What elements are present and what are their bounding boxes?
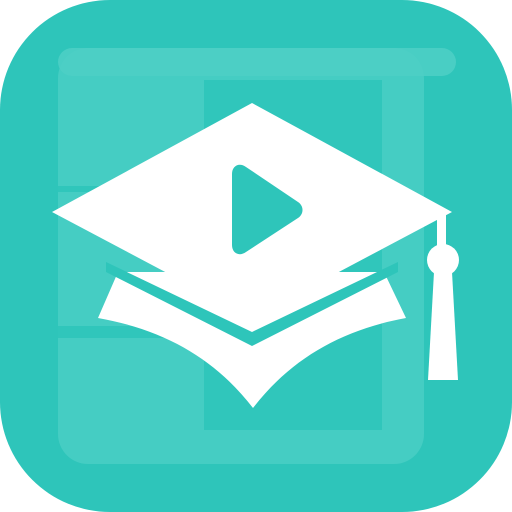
app-icon-canvas bbox=[0, 0, 512, 512]
top-strip bbox=[58, 48, 456, 76]
app-icon[interactable] bbox=[0, 0, 512, 512]
tassel-knob bbox=[427, 244, 459, 276]
